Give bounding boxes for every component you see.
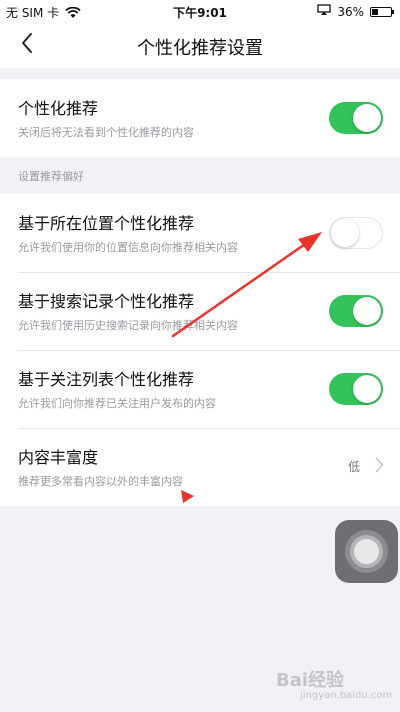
watermark: Bai经验	[276, 670, 345, 691]
status-right: 36%	[317, 4, 394, 19]
watermark-url: jingyan.baidu.com	[300, 690, 393, 701]
preference-subtitle: 允许我们向你推荐已关注用户发布的内容	[18, 397, 216, 410]
battery-icon	[370, 6, 394, 17]
page-title: 个性化推荐设置	[137, 38, 263, 59]
battery-fill	[372, 8, 378, 15]
preference-subtitle: 允许我们使用你的位置信息向你推荐相关内容	[18, 241, 238, 254]
preference-subtitle: 允许我们使用历史搜索记录向你推荐相关内容	[18, 319, 238, 332]
preference-title: 基于所在位置个性化推荐	[18, 214, 195, 233]
personalized-row: 个性化推荐 关闭后将无法看到个性化推荐的内容	[0, 79, 400, 157]
location-toggle[interactable]	[329, 217, 383, 249]
search-history-toggle[interactable]	[329, 295, 383, 327]
richness-title: 内容丰富度	[18, 448, 99, 467]
following-list-toggle[interactable]	[329, 373, 383, 405]
battery-percent: 36%	[337, 4, 364, 19]
chevron-right-icon	[375, 457, 384, 477]
assistive-touch-button[interactable]	[335, 520, 398, 583]
screen-mirroring-icon	[317, 4, 331, 19]
preferences-card: 基于所在位置个性化推荐 允许我们使用你的位置信息向你推荐相关内容 基于搜索记录个…	[0, 194, 400, 506]
richness-value: 低	[347, 460, 360, 474]
content-richness-row[interactable]: 内容丰富度 推荐更多常看内容以外的丰富内容 低	[0, 428, 400, 506]
preference-title: 基于搜索记录个性化推荐	[18, 292, 195, 311]
personalized-card: 个性化推荐 关闭后将无法看到个性化推荐的内容	[0, 79, 400, 157]
personalized-subtitle: 关闭后将无法看到个性化推荐的内容	[18, 126, 194, 139]
toggle-knob	[353, 104, 381, 132]
personalized-title: 个性化推荐	[18, 99, 99, 118]
preference-row-location: 基于所在位置个性化推荐 允许我们使用你的位置信息向你推荐相关内容	[0, 194, 400, 272]
preference-title: 基于关注列表个性化推荐	[18, 370, 195, 389]
preference-row-search: 基于搜索记录个性化推荐 允许我们使用历史搜索记录向你推荐相关内容	[0, 272, 400, 350]
richness-subtitle: 推荐更多常看内容以外的丰富内容	[18, 475, 183, 488]
assistive-touch-ring	[354, 539, 379, 564]
personalized-toggle[interactable]	[329, 102, 383, 134]
toggle-knob	[331, 219, 359, 247]
toggle-knob	[353, 375, 381, 403]
navigation-bar: 个性化推荐设置	[0, 22, 400, 68]
status-bar: 无 SIM 卡 下午9:01 36%	[0, 0, 400, 22]
battery-cap	[392, 9, 394, 14]
section-header: 设置推荐偏好	[18, 170, 84, 183]
toggle-knob	[353, 297, 381, 325]
preference-row-following: 基于关注列表个性化推荐 允许我们向你推荐已关注用户发布的内容	[0, 350, 400, 428]
